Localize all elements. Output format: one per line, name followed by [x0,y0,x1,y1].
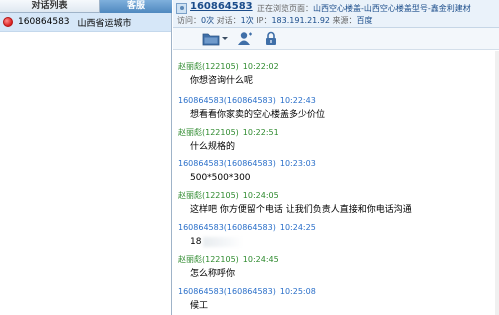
message-text: 想看看你家卖的空心楼盖多少价位 [190,110,326,120]
message-sender: 160864583(160864583) [178,96,276,105]
message-meta: 赵丽彪(122105) 10:24:05 [178,190,493,201]
tab-customer-service[interactable]: 客服 [100,0,172,13]
message-text: 什么规格的 [190,142,236,152]
message-text: 这样吧 你方便留个电话 让我们负责人直接和你电话沟通 [190,205,412,215]
panel-tabs: 对话列表 客服 [0,0,172,13]
message-sender: 160864583(160864583) [178,223,276,232]
message-time: 10:22:51 [242,128,279,137]
chat-message: 160864583(160864583) 10:22:43 想看看你家卖的空心楼盖… [178,95,493,121]
ip-label: IP： [256,16,272,25]
message-meta: 赵丽彪(122105) 10:24:45 [178,254,493,265]
chat-message: 赵丽彪(122105) 10:22:51 什么规格的 [178,127,493,153]
browsing-info: 正在浏览页面：山西空心楼盖-山西空心楼盖型号-鑫金利建材 [257,3,471,14]
conversation-visitor-id: 160864583 [18,17,70,27]
message-sender: 赵丽彪(122105) [178,255,239,264]
message-text: 500*500*300 [190,173,251,183]
message-meta: 160864583(160864583) 10:22:43 [178,95,493,106]
message-meta: 160864583(160864583) 10:25:08 [178,286,493,297]
message-text: 你想咨询什么呢 [190,76,254,86]
message-text-redacted: 18 [178,236,493,248]
chat-message: 160864583(160864583) 10:25:08 候工 [178,286,493,312]
message-time: 10:22:43 [279,96,316,105]
chat-message: 赵丽彪(122105) 10:22:02 你想咨询什么呢 [178,61,493,87]
visitor-info-header: 160864583 正在浏览页面：山西空心楼盖-山西空心楼盖型号-鑫金利建材 访… [173,0,499,28]
conversation-location: 山西省运城市 [77,18,132,29]
message-meta: 160864583(160864583) 10:24:25 [178,222,493,233]
source-value[interactable]: 百度 [357,16,373,25]
message-sender: 160864583(160864583) [178,287,276,296]
browsing-page-link[interactable]: 山西空心楼盖-山西空心楼盖型号-鑫金利建材 [313,4,471,13]
visitor-stats: 访问：0次 对话：1次 IP：183.191.21.92 来源：百度 [177,15,373,26]
visitor-status-icon [3,17,13,27]
message-sender: 赵丽彪(122105) [178,62,239,71]
visits-label: 访问： [177,16,201,25]
message-meta: 160864583(160864583) 10:23:03 [178,158,493,169]
chat-message: 赵丽彪(122105) 10:24:05 这样吧 你方便留个电话 让我们负责人直接… [178,190,493,216]
visits-value: 0次 [201,16,215,25]
message-time: 10:23:03 [279,159,316,168]
chat-toolbar [173,28,499,50]
redacted-phone-blur [203,236,244,247]
dropdown-arrow-icon[interactable] [221,31,229,46]
source-label: 来源： [332,16,357,25]
folder-icon[interactable] [202,31,220,46]
conversation-item[interactable]: 160864583 山西省运城市 [0,13,171,32]
chat-transcript[interactable]: 赵丽彪(122105) 10:22:02 你想咨询什么呢 160864583(16… [173,51,499,315]
message-meta: 赵丽彪(122105) 10:22:51 [178,127,493,138]
message-sender: 赵丽彪(122105) [178,191,239,200]
message-time: 10:22:02 [242,62,279,71]
message-text: 18 [190,237,202,247]
lock-icon[interactable] [264,31,278,46]
message-sender: 160864583(160864583) [178,159,276,168]
tab-conversation-list[interactable]: 对话列表 [0,0,100,13]
dialogs-value: 1次 [240,16,254,25]
message-time: 10:24:05 [242,191,279,200]
visitor-avatar-icon [176,3,187,14]
message-time: 10:24:45 [242,255,279,264]
browsing-label: 正在浏览页面： [257,4,313,13]
message-meta: 赵丽彪(122105) 10:22:02 [178,61,493,72]
message-text: 候工 [190,301,209,311]
dialogs-label: 对话： [216,16,241,25]
visitor-id-link[interactable]: 160864583 [190,1,253,12]
message-time: 10:24:25 [279,223,316,232]
chat-message: 赵丽彪(122105) 10:24:45 怎么称呼你 [178,254,493,280]
conversation-panel: 对话列表 客服 160864583 山西省运城市 [0,0,172,315]
message-text: 怎么称呼你 [190,269,236,279]
message-time: 10:25:08 [279,287,316,296]
user-icon[interactable] [237,31,253,46]
chat-message: 160864583(160864583) 10:23:03 500*500*300 [178,158,493,184]
chat-message: 160864583(160864583) 10:24:25 18 [178,222,493,248]
message-sender: 赵丽彪(122105) [178,128,239,137]
chat-scrollbar[interactable] [495,51,499,315]
ip-value: 183.191.21.92 [271,16,330,25]
